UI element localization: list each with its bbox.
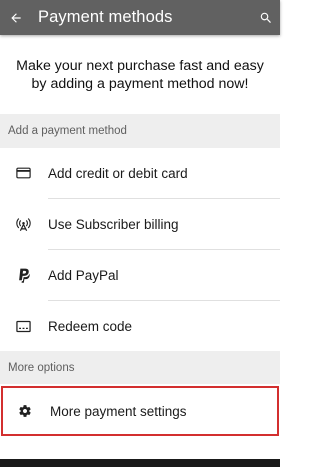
add-paypal-item[interactable]: Add PayPal bbox=[0, 250, 280, 300]
credit-card-icon bbox=[15, 165, 31, 181]
subscriber-billing-item[interactable]: Use Subscriber billing bbox=[0, 199, 280, 249]
antenna-icon bbox=[15, 216, 31, 232]
paypal-icon bbox=[15, 267, 31, 283]
gift-code-icon bbox=[15, 318, 31, 334]
more-payment-settings-label: More payment settings bbox=[50, 403, 187, 419]
redeem-code-label: Redeem code bbox=[48, 318, 133, 334]
add-paypal-label: Add PayPal bbox=[48, 267, 119, 283]
add-credit-card-item[interactable]: Add credit or debit card bbox=[0, 148, 280, 198]
subscriber-billing-label: Use Subscriber billing bbox=[48, 216, 179, 232]
add-credit-card-label: Add credit or debit card bbox=[48, 165, 188, 181]
app-bar: Payment methods bbox=[0, 0, 280, 35]
bottom-edge bbox=[0, 459, 280, 467]
page-title: Payment methods bbox=[38, 8, 173, 26]
more-payment-settings-item[interactable]: More payment settings bbox=[1, 386, 279, 436]
intro-text: Make your next purchase fast and easy by… bbox=[16, 57, 264, 92]
section-header-add-payment: Add a payment method bbox=[0, 114, 280, 148]
section-header-more-options: More options bbox=[0, 351, 280, 384]
search-button[interactable] bbox=[258, 10, 274, 26]
redeem-code-item[interactable]: Redeem code bbox=[0, 301, 280, 351]
intro-message: Make your next purchase fast and easy by… bbox=[0, 35, 280, 114]
gear-icon bbox=[17, 403, 33, 419]
back-button[interactable] bbox=[8, 10, 24, 26]
arrow-back-icon bbox=[11, 12, 21, 23]
search-icon bbox=[260, 12, 271, 23]
